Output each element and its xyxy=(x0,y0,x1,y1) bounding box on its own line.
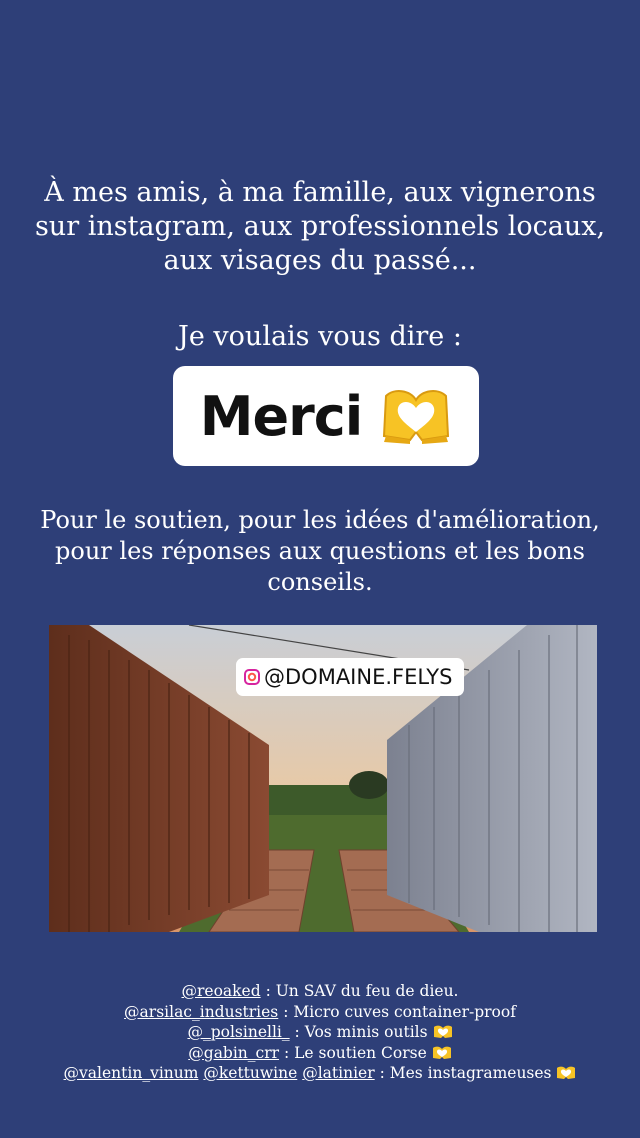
thanks-line: @gabin_crr : Le soutien Corse xyxy=(40,1043,600,1064)
thanks-text: : Micro cuves container-proof xyxy=(278,1002,516,1021)
thanks-line: @reoaked : Un SAV du feu de dieu. xyxy=(40,981,600,1002)
thanks-text: : Le soutien Corse xyxy=(279,1043,432,1062)
mention-sticker[interactable]: @DOMAINE.FELYS xyxy=(236,658,465,696)
mention-sticker-label: @DOMAINE.FELYS xyxy=(264,665,453,689)
story-intro-text: À mes amis, à ma famille, aux vignerons … xyxy=(34,177,606,276)
mention-link[interactable]: @reoaked xyxy=(181,982,260,1000)
mention-link[interactable]: @latinier xyxy=(302,1064,374,1082)
mention-link[interactable]: @kettuwine xyxy=(203,1064,297,1082)
thanks-line: @arsilac_industries : Micro cuves contai… xyxy=(40,1002,600,1023)
thanks-line: @valentin_vinum @kettuwine @latinier : M… xyxy=(40,1063,600,1084)
thanks-list: @reoaked : Un SAV du feu de dieu. @arsil… xyxy=(40,981,600,1084)
merci-sticker-text: Merci xyxy=(199,384,364,448)
thanks-line: @_polsinelli_ : Vos minis outils xyxy=(40,1022,600,1043)
story-say-text: Je voulais vous dire : xyxy=(178,321,462,352)
merci-sticker[interactable]: Merci xyxy=(173,366,479,466)
thanks-text: : Un SAV du feu de dieu. xyxy=(260,982,459,1000)
mention-link[interactable]: @_polsinelli_ xyxy=(187,1023,289,1041)
heart-hands-emoji-icon xyxy=(383,390,450,444)
heart-hands-emoji-icon xyxy=(433,1025,452,1038)
mention-link[interactable]: @valentin_vinum xyxy=(64,1064,199,1082)
instagram-mention-icon xyxy=(244,669,260,685)
containers-photo: @DOMAINE.FELYS xyxy=(49,625,597,932)
heart-hands-emoji-icon xyxy=(557,1066,576,1079)
thanks-text: : Mes instagrameuses xyxy=(374,1064,557,1082)
mention-link[interactable]: @gabin_crr xyxy=(188,1044,279,1062)
mention-link[interactable]: @arsilac_industries xyxy=(124,1003,278,1021)
story-support-text: Pour le soutien, pour les idées d'amélio… xyxy=(40,506,600,596)
heart-hands-emoji-icon xyxy=(432,1046,451,1059)
thanks-text: : Vos minis outils xyxy=(289,1023,433,1041)
